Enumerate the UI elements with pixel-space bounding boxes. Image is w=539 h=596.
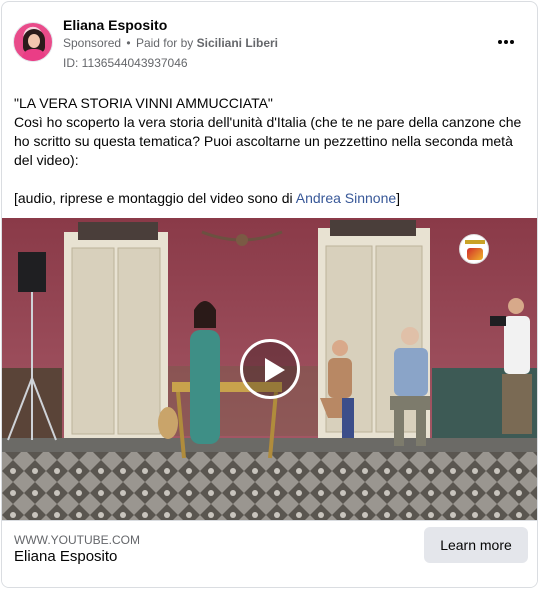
body-line-title: "LA VERA STORIA VINNI AMMUCCIATA" xyxy=(14,95,273,111)
learn-more-button[interactable]: Learn more xyxy=(424,527,528,563)
video-player[interactable] xyxy=(2,218,537,520)
more-options-button[interactable] xyxy=(492,30,520,54)
avatar-face xyxy=(28,34,40,48)
post-body: "LA VERA STORIA VINNI AMMUCCIATA" Così h… xyxy=(14,94,530,208)
credit-line: [audio, riprese e montaggio del video so… xyxy=(14,189,530,208)
paid-for-prefix: Paid for by xyxy=(135,36,194,50)
more-dot xyxy=(510,40,514,44)
link-title[interactable]: Eliana Esposito xyxy=(14,548,117,565)
channel-watermark-logo xyxy=(459,234,489,264)
play-button[interactable] xyxy=(240,339,300,399)
play-icon xyxy=(265,358,285,382)
ad-id: ID: 1136544043937046 xyxy=(63,56,188,70)
more-horizontal-icon xyxy=(498,40,502,44)
separator-dot: • xyxy=(126,36,131,50)
credit-link[interactable]: Andrea Sinnone xyxy=(296,190,396,206)
sponsored-line: Sponsored • Paid for by Siciliani Liberi xyxy=(63,36,278,50)
logo-mark xyxy=(467,248,483,260)
credit-suffix: ] xyxy=(396,190,401,206)
author-avatar[interactable] xyxy=(13,22,53,62)
body-line-text: Così ho scoperto la vera storia dell'uni… xyxy=(14,114,522,168)
ad-card: Eliana Esposito Sponsored • Paid for by … xyxy=(1,1,538,588)
avatar-body xyxy=(22,49,46,61)
credit-prefix: [audio, riprese e montaggio del video so… xyxy=(14,190,296,206)
link-domain: WWW.YOUTUBE.COM xyxy=(14,533,140,547)
more-dot xyxy=(504,40,508,44)
author-name[interactable]: Eliana Esposito xyxy=(63,17,167,33)
link-preview[interactable]: WWW.YOUTUBE.COM Eliana Esposito Learn mo… xyxy=(2,520,537,587)
payer-name[interactable]: Siciliani Liberi xyxy=(197,36,278,50)
logo-bar xyxy=(465,240,485,244)
sponsored-label: Sponsored xyxy=(63,36,122,50)
post-header: Eliana Esposito Sponsored • Paid for by … xyxy=(2,2,537,82)
